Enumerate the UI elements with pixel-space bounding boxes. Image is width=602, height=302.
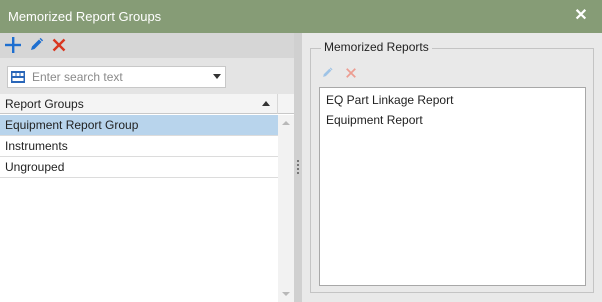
close-icon: ✕: [574, 7, 588, 24]
header-corner: [278, 94, 294, 114]
add-group-button[interactable]: [4, 36, 22, 54]
report-groups-pane: Report Groups Equipment Report Group Ins…: [0, 33, 294, 302]
edit-icon: [31, 37, 44, 50]
table-row[interactable]: Equipment Report Group: [0, 115, 278, 136]
column-header-label: Report Groups: [5, 97, 84, 111]
grip-icon: [297, 168, 299, 170]
title-bar: Memorized Report Groups ✕: [0, 0, 602, 33]
table-row[interactable]: Instruments: [0, 136, 278, 157]
grid-rows: Equipment Report Group Instruments Ungro…: [0, 115, 278, 178]
grip-icon: [297, 160, 299, 162]
search-input[interactable]: [32, 68, 202, 86]
memorized-reports-list: EQ Part Linkage Report Equipment Report: [319, 87, 586, 286]
delete-icon: [346, 68, 356, 78]
add-icon: [5, 37, 21, 53]
window-title: Memorized Report Groups: [8, 9, 162, 24]
report-groups-grid: Report Groups Equipment Report Group Ins…: [0, 94, 294, 302]
grip-icon: [297, 164, 299, 166]
pane-splitter[interactable]: [294, 33, 302, 302]
row-label: Equipment Report Group: [5, 118, 139, 132]
grip-icon: [297, 172, 299, 174]
vertical-scrollbar[interactable]: [278, 115, 294, 302]
sort-ascending-icon: [262, 101, 270, 106]
memorized-reports-groupbox: Memorized Reports EQ Part Linkage Report…: [310, 40, 594, 293]
abc-icon: [11, 71, 25, 83]
search-dropdown-arrow-icon[interactable]: [213, 74, 221, 79]
close-button[interactable]: ✕: [572, 7, 590, 25]
row-label: Ungrouped: [5, 160, 65, 174]
search-box: [7, 66, 226, 88]
group-title: Memorized Reports: [321, 40, 432, 54]
list-item[interactable]: EQ Part Linkage Report: [320, 88, 585, 108]
edit-report-button[interactable]: [320, 66, 334, 80]
memorized-reports-pane: Memorized Reports EQ Part Linkage Report…: [302, 33, 602, 302]
row-label: Instruments: [5, 139, 68, 153]
table-row[interactable]: Ungrouped: [0, 157, 278, 178]
list-item[interactable]: Equipment Report: [320, 108, 585, 128]
delete-report-button[interactable]: [344, 66, 358, 80]
report-label: EQ Part Linkage Report: [326, 93, 454, 107]
edit-group-button[interactable]: [27, 36, 45, 54]
delete-icon: [52, 38, 66, 52]
scroll-up-icon[interactable]: [282, 121, 290, 125]
groups-toolbar: [0, 33, 294, 58]
column-header-report-groups[interactable]: Report Groups: [0, 94, 278, 114]
delete-group-button[interactable]: [50, 36, 68, 54]
edit-icon: [323, 67, 333, 77]
scroll-down-icon[interactable]: [282, 292, 290, 296]
report-label: Equipment Report: [326, 113, 423, 127]
